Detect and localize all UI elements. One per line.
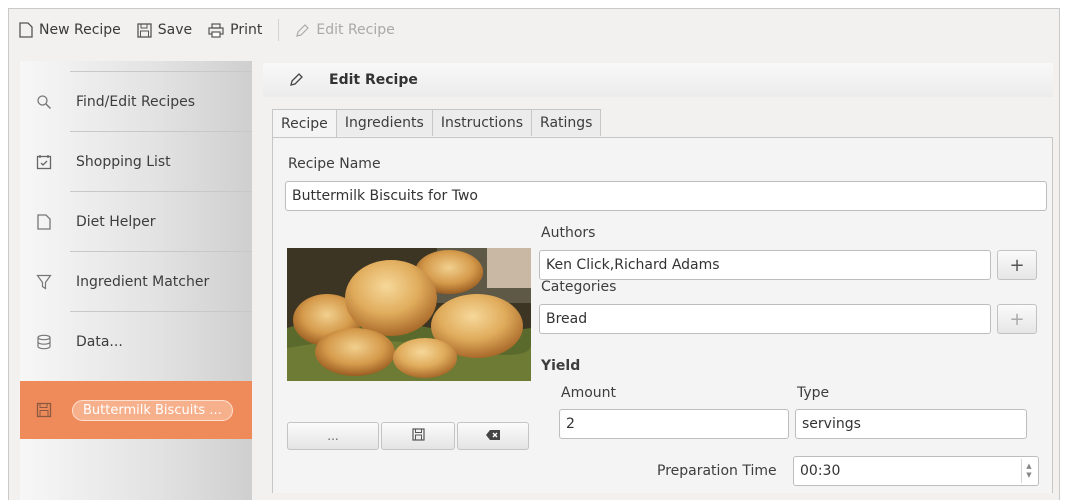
- tab-label: Instructions: [440, 115, 524, 131]
- edit-recipe-label: Edit Recipe: [316, 22, 395, 38]
- sidebar-divider: [70, 131, 252, 132]
- pencil-icon: [295, 23, 310, 38]
- edit-recipe-header: Edit Recipe: [263, 63, 1053, 97]
- app-window: New Recipe Save Print Edit Recipe Find/E…: [8, 8, 1060, 500]
- tab-instructions[interactable]: Instructions: [431, 109, 533, 136]
- plus-icon: +: [1009, 308, 1025, 330]
- sidebar-item-label: Diet Helper: [76, 214, 156, 230]
- tab-ingredients[interactable]: Ingredients: [335, 109, 433, 136]
- save-icon: [137, 22, 152, 38]
- new-recipe-label: New Recipe: [39, 22, 121, 38]
- save-icon: [411, 428, 425, 444]
- shopping-list-icon: [36, 154, 52, 170]
- recipe-tabs: Recipe Ingredients Instructions Ratings: [272, 109, 602, 138]
- yield-label: Yield: [541, 358, 581, 374]
- new-document-icon: [19, 22, 33, 38]
- sidebar-divider: [70, 71, 252, 72]
- type-label: Type: [797, 385, 830, 401]
- save-icon: [36, 402, 52, 418]
- sidebar-item-diet-helper[interactable]: Diet Helper: [20, 193, 252, 251]
- authors-value: Ken Click,Richard Adams: [546, 257, 720, 273]
- page-title: Edit Recipe: [329, 72, 418, 88]
- new-recipe-button[interactable]: New Recipe: [19, 22, 121, 38]
- save-image-button[interactable]: [381, 422, 455, 450]
- categories-label: Categories: [541, 279, 617, 295]
- printer-icon: [208, 22, 224, 38]
- sidebar-item-label: Data...: [76, 334, 123, 350]
- preparation-time-label: Preparation Time: [657, 463, 777, 479]
- print-button[interactable]: Print: [208, 22, 262, 38]
- tab-label: Ingredients: [344, 115, 424, 131]
- tab-recipe[interactable]: Recipe: [272, 109, 337, 138]
- sidebar-item-ingredient-matcher[interactable]: Ingredient Matcher: [20, 253, 252, 311]
- recipe-name-label: Recipe Name: [288, 156, 381, 172]
- tab-label: Ratings: [540, 115, 593, 131]
- browse-label: ...: [327, 429, 339, 443]
- amount-label: Amount: [561, 385, 617, 401]
- amount-field[interactable]: 2: [559, 409, 789, 439]
- search-icon: [36, 94, 52, 110]
- preparation-time-value: 00:30: [800, 463, 841, 479]
- sidebar-item-buttermilk-biscuits[interactable]: Buttermilk Biscuits ...: [20, 381, 252, 439]
- document-icon: [36, 214, 52, 230]
- authors-field[interactable]: Ken Click,Richard Adams: [539, 250, 991, 280]
- edit-recipe-button[interactable]: Edit Recipe: [295, 22, 395, 38]
- sidebar-divider: [70, 191, 252, 192]
- delete-icon: [485, 429, 501, 444]
- authors-label: Authors: [541, 225, 596, 241]
- categories-value: Bread: [546, 311, 588, 327]
- amount-value: 2: [566, 416, 575, 432]
- tab-ratings[interactable]: Ratings: [531, 109, 602, 136]
- pencil-icon: [289, 72, 304, 91]
- browse-image-button[interactable]: ...: [287, 422, 379, 450]
- categories-field[interactable]: Bread: [539, 304, 991, 334]
- spin-arrows-icon[interactable]: ▲ ▼: [1021, 459, 1036, 483]
- type-field[interactable]: servings: [795, 409, 1027, 439]
- sidebar-item-label: Ingredient Matcher: [76, 274, 210, 290]
- sidebar-item-data[interactable]: Data...: [20, 313, 252, 371]
- add-author-button[interactable]: +: [997, 250, 1037, 280]
- filter-icon: [36, 274, 52, 290]
- sidebar-item-label: Buttermilk Biscuits ...: [72, 399, 233, 421]
- save-label: Save: [157, 22, 193, 38]
- add-category-button[interactable]: +: [997, 304, 1037, 334]
- sidebar-item-label: Find/Edit Recipes: [76, 94, 196, 110]
- toolbar: New Recipe Save Print Edit Recipe: [9, 9, 1059, 51]
- preparation-time-field[interactable]: 00:30 ▲ ▼: [793, 456, 1039, 486]
- print-label: Print: [230, 22, 263, 38]
- toolbar-separator: [278, 19, 280, 41]
- save-button[interactable]: Save: [137, 22, 192, 38]
- recipe-photo[interactable]: [287, 248, 531, 381]
- recipe-name-field[interactable]: Buttermilk Biscuits for Two: [285, 181, 1047, 211]
- tab-label: Recipe: [281, 116, 328, 132]
- database-icon: [36, 334, 52, 350]
- sidebar-divider: [70, 251, 252, 252]
- recipe-name-value: Buttermilk Biscuits for Two: [292, 188, 478, 204]
- type-value: servings: [802, 416, 861, 432]
- sidebar: Find/Edit Recipes Shopping List Diet Hel…: [20, 61, 252, 500]
- sidebar-item-label: Shopping List: [76, 154, 171, 170]
- sidebar-divider: [70, 311, 252, 312]
- sidebar-item-shopping-list[interactable]: Shopping List: [20, 133, 252, 191]
- delete-image-button[interactable]: [457, 422, 529, 450]
- sidebar-item-find-edit-recipes[interactable]: Find/Edit Recipes: [20, 73, 252, 131]
- plus-icon: +: [1009, 254, 1025, 276]
